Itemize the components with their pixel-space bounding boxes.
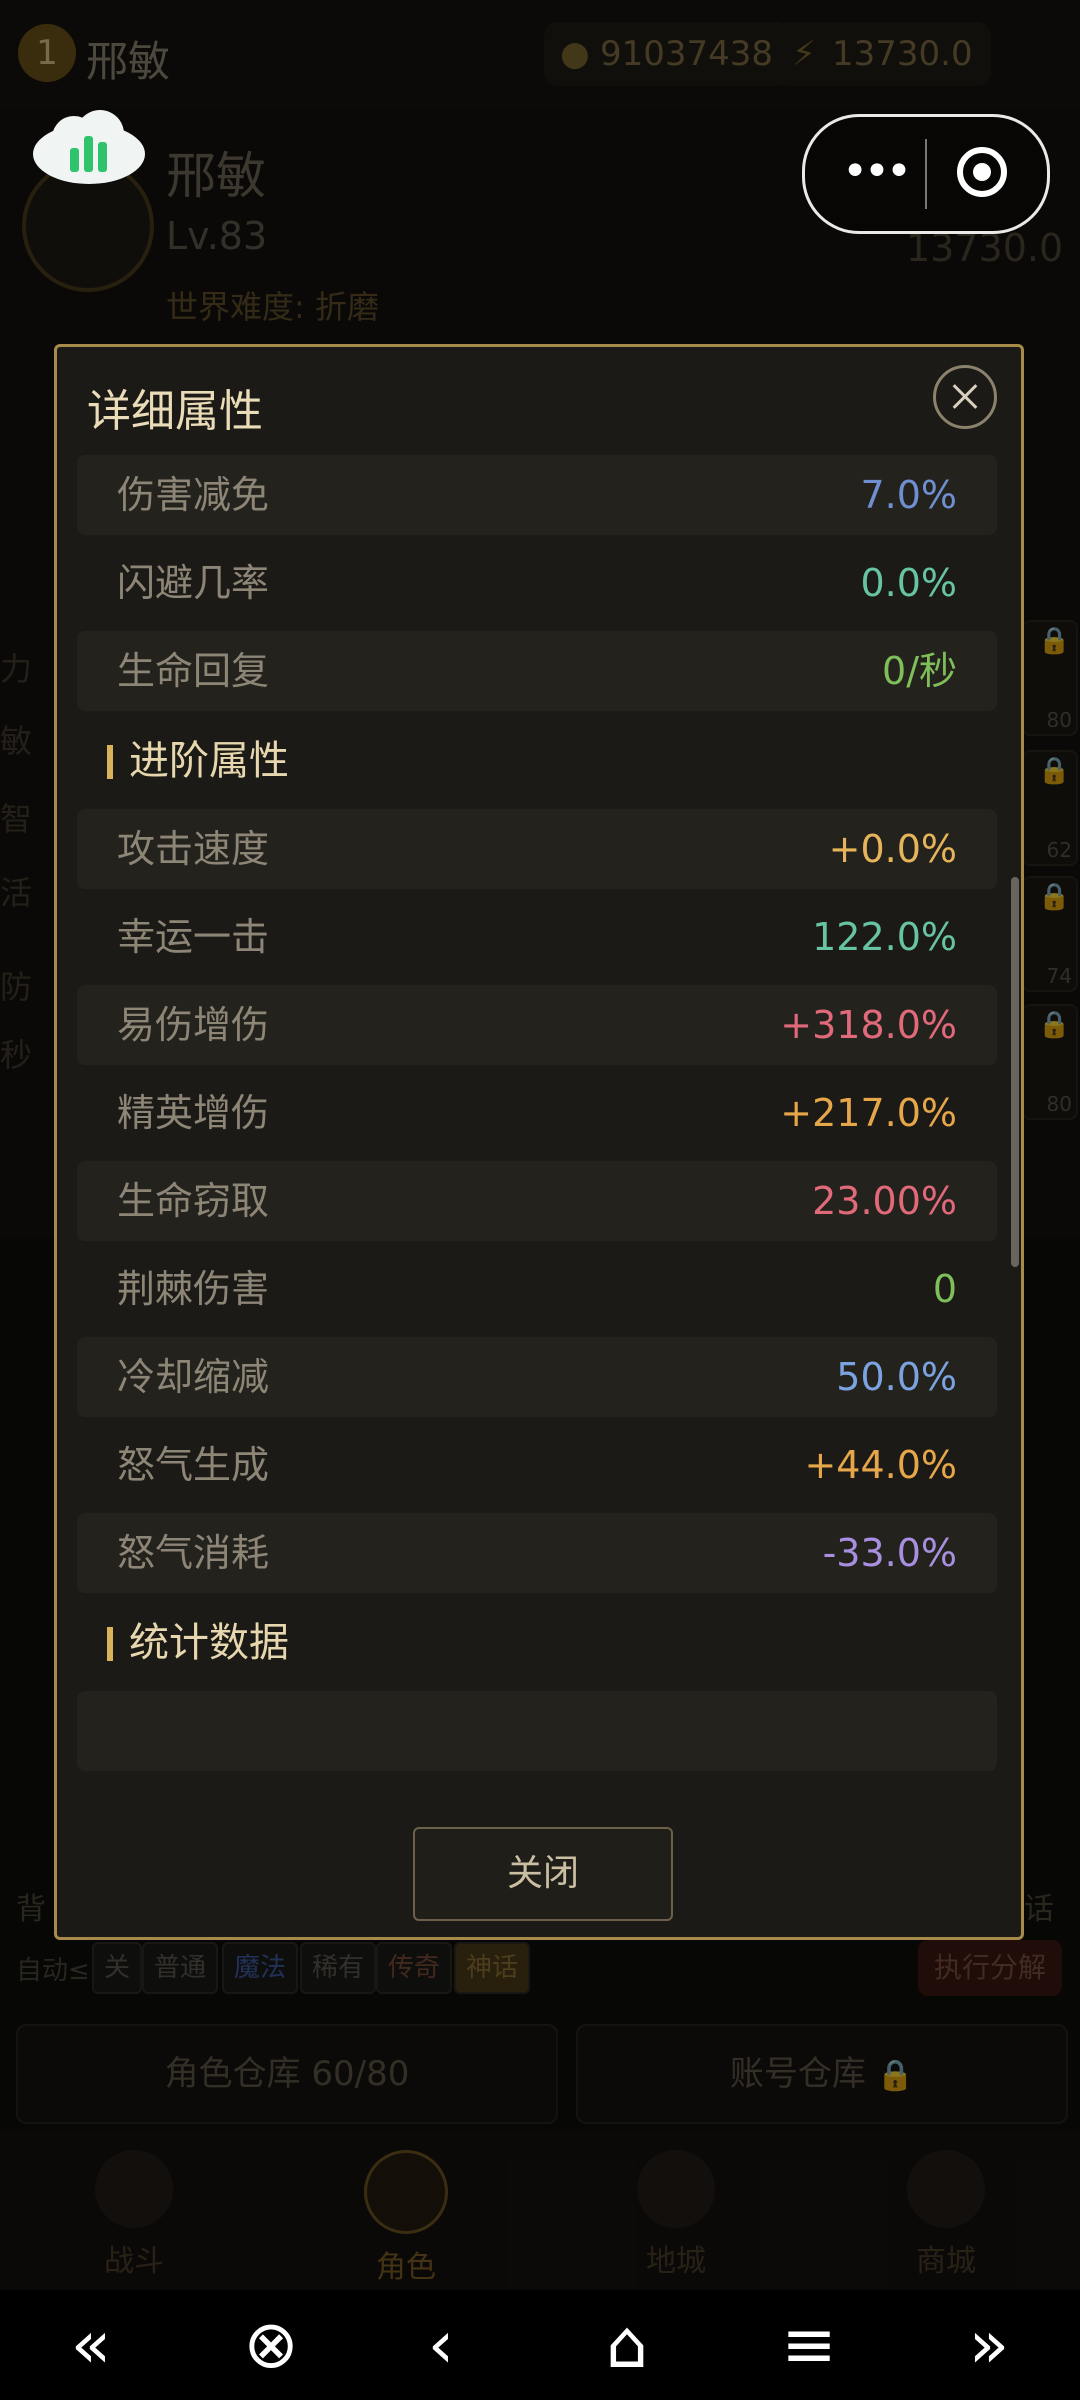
exit-target-icon[interactable]	[957, 147, 1007, 197]
attribute-value: 50.0%	[836, 1355, 957, 1399]
attribute-value: 0.0%	[860, 561, 957, 605]
attribute-value: +44.0%	[804, 1443, 957, 1487]
modal-title: 详细属性	[87, 386, 263, 437]
attribute-row	[77, 1691, 997, 1771]
section-header-advanced: 进阶属性	[107, 721, 707, 801]
more-options-icon[interactable]: •••	[835, 147, 915, 197]
cloud-chart-icon[interactable]	[30, 104, 148, 186]
double-forward-icon[interactable]: »	[934, 2290, 1044, 2400]
section-header-stats: 统计数据	[107, 1603, 707, 1683]
attribute-row: 怒气生成 +44.0%	[77, 1425, 997, 1505]
close-button[interactable]: 关闭	[413, 1827, 673, 1921]
attribute-row: 伤害减免 7.0%	[77, 455, 997, 535]
attribute-row: 幸运一击 122.0%	[77, 897, 997, 977]
detail-attributes-modal: 详细属性 伤害减免 7.0% 闪避几率 0.0% 生命回复 0/秒 进阶属性 攻…	[54, 344, 1024, 1940]
attribute-value: 23.00%	[812, 1179, 957, 1223]
double-back-icon[interactable]: «	[36, 2290, 146, 2400]
section-marker	[107, 745, 113, 779]
mini-program-capsule: •••	[802, 114, 1050, 234]
attribute-value: +318.0%	[780, 1003, 957, 1047]
scrollbar[interactable]	[1011, 877, 1019, 1267]
attribute-list[interactable]: 伤害减免 7.0% 闪避几率 0.0% 生命回复 0/秒 进阶属性 攻击速度 +…	[57, 455, 1021, 1801]
attribute-row: 精英增伤 +217.0%	[77, 1073, 997, 1153]
attribute-row: 生命窃取 23.00%	[77, 1161, 997, 1241]
section-marker	[107, 1627, 113, 1661]
capsule-divider	[925, 139, 927, 209]
system-nav-bar	[0, 2290, 1080, 2400]
attribute-row: 闪避几率 0.0%	[77, 543, 997, 623]
menu-icon[interactable]: ≡	[754, 2290, 864, 2400]
attribute-row: 攻击速度 +0.0%	[77, 809, 997, 889]
attribute-value: -33.0%	[822, 1531, 957, 1575]
attribute-value: 0	[932, 1267, 957, 1311]
attribute-value: +217.0%	[780, 1091, 957, 1135]
attribute-row: 怒气消耗 -33.0%	[77, 1513, 997, 1593]
close-app-icon[interactable]: ⊗	[216, 2290, 326, 2400]
attribute-row: 荆棘伤害 0	[77, 1249, 997, 1329]
attribute-value: 122.0%	[812, 915, 957, 959]
attribute-value: +0.0%	[828, 827, 957, 871]
close-icon[interactable]	[933, 365, 997, 429]
home-icon[interactable]: ⌂	[572, 2290, 682, 2400]
attribute-row: 冷却缩减 50.0%	[77, 1337, 997, 1417]
attribute-row: 生命回复 0/秒	[77, 631, 997, 711]
attribute-row: 易伤增伤 +318.0%	[77, 985, 997, 1065]
attribute-value: 0/秒	[882, 649, 957, 693]
attribute-value: 7.0%	[860, 473, 957, 517]
back-icon[interactable]: ‹	[386, 2290, 496, 2400]
